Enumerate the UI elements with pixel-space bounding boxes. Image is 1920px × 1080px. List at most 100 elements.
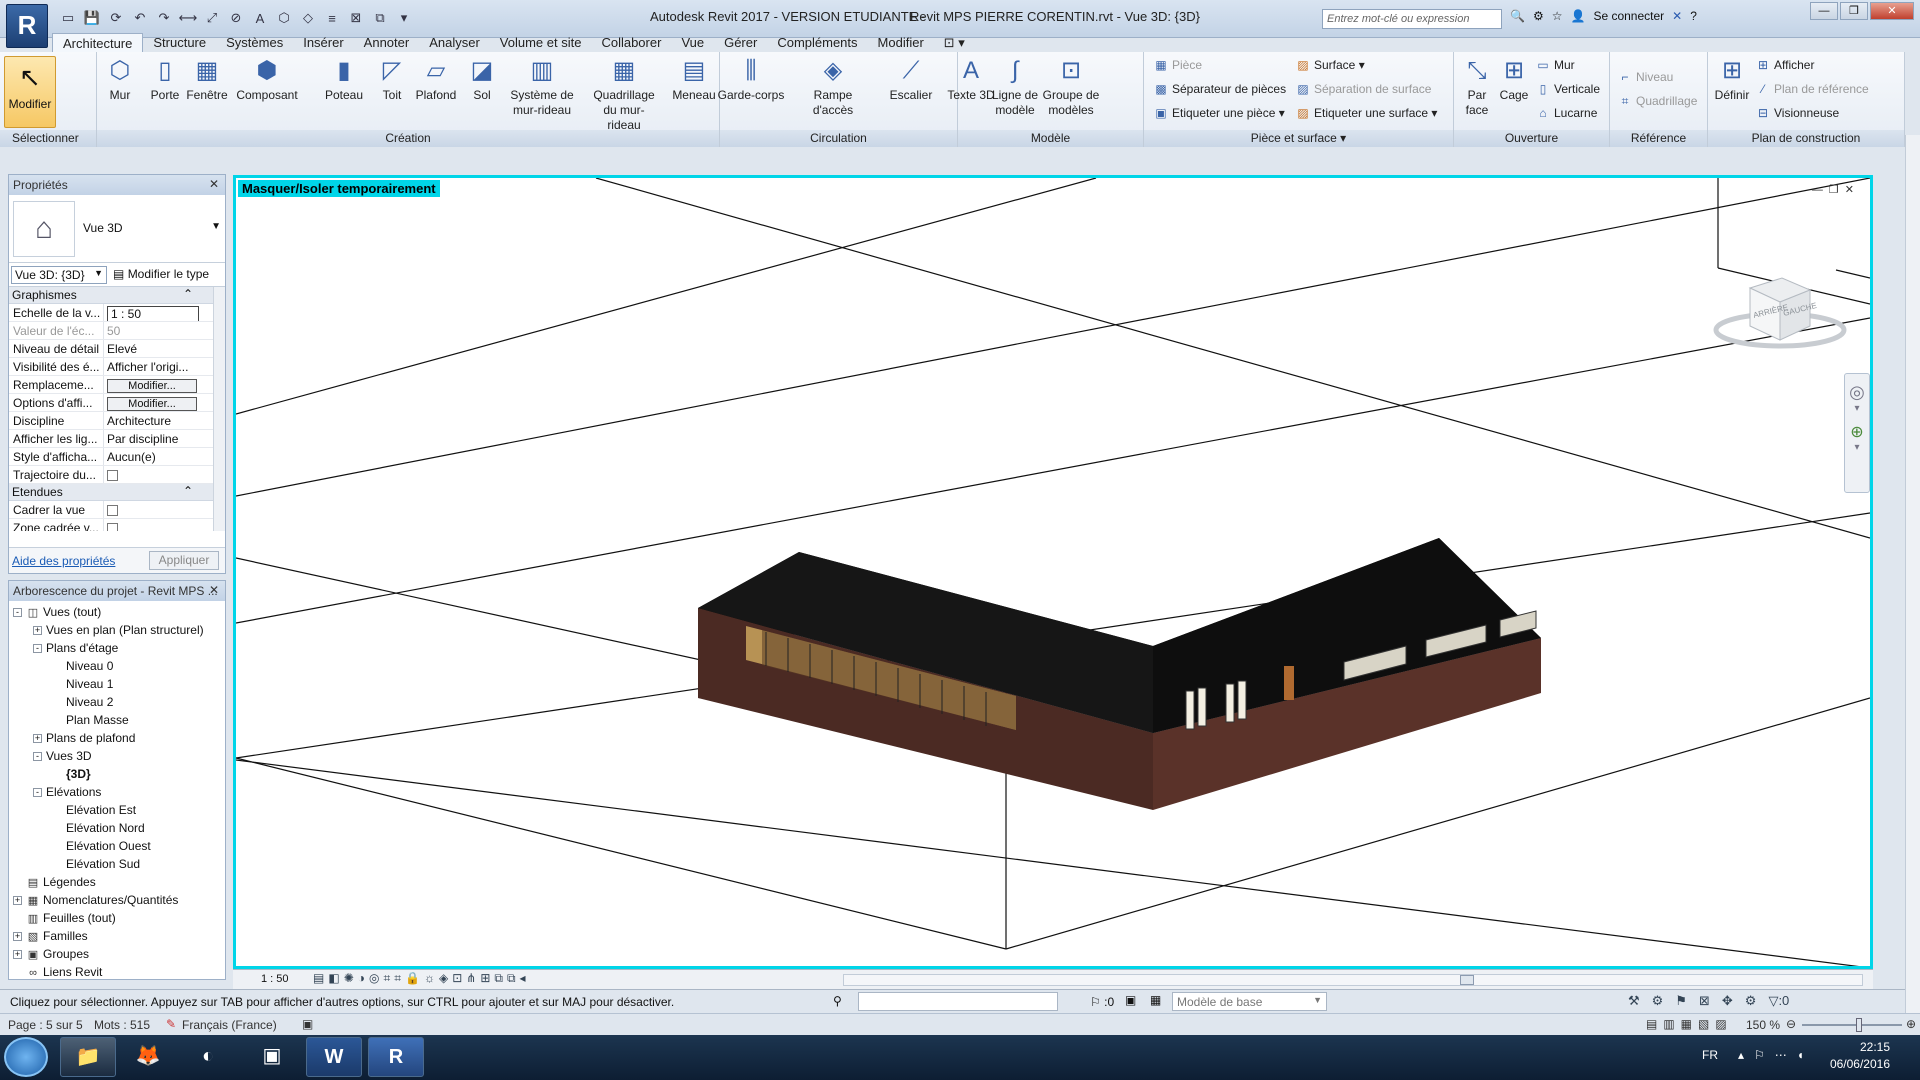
browser-node[interactable]: Elévation Est <box>9 801 225 819</box>
background-process-icon[interactable]: ⚙ <box>1745 993 1757 1009</box>
explorer-icon[interactable]: 📁 <box>60 1037 116 1077</box>
app-launcher-icon[interactable]: ◐ <box>180 1037 236 1077</box>
measure-icon[interactable]: ⟷ <box>178 9 198 27</box>
tag-area-tool[interactable]: ▨ Etiqueter une surface ▾ <box>1296 106 1437 120</box>
save-icon[interactable]: 💾 <box>82 9 102 27</box>
crop-view-icon[interactable]: ⌗ <box>383 971 390 986</box>
exchange-icon[interactable]: ✕ <box>1672 9 1682 23</box>
hide-isolate-icon[interactable]: ☼ <box>424 971 435 986</box>
drag-elements-icon[interactable]: ✥ <box>1722 993 1733 1009</box>
browser-node[interactable]: - Plans d'étage <box>9 639 225 657</box>
language-indicator[interactable]: Français (France) <box>182 1018 277 1032</box>
tab-3[interactable]: Insérer <box>293 33 353 53</box>
minimize-button[interactable]: — <box>1810 2 1838 20</box>
select-panel-label[interactable]: Sélectionner <box>0 130 96 147</box>
scroll-thumb[interactable] <box>1460 975 1474 985</box>
grid-tool[interactable]: ⌗ Quadrillage <box>1618 94 1698 108</box>
close-icon[interactable]: ✕ <box>209 177 219 191</box>
tab-6[interactable]: Volume et site <box>490 33 592 53</box>
shadows-icon[interactable]: ◑ <box>358 971 365 986</box>
analytical-icon[interactable]: ⋔ <box>466 971 476 986</box>
highlight-displacement-icon[interactable]: ⊞ <box>480 971 490 986</box>
select-underlay-icon[interactable]: ⚙ <box>1652 993 1664 1009</box>
dimension-icon[interactable]: ⤢ <box>202 9 222 27</box>
section-icon[interactable]: ◇ <box>298 9 318 27</box>
browser-node[interactable]: Niveau 2 <box>9 693 225 711</box>
tab-11[interactable]: Modifier <box>868 33 934 53</box>
browser-node[interactable]: ▤ Légendes <box>9 873 225 891</box>
browser-node[interactable]: ∞ Liens Revit <box>9 963 225 979</box>
document-vertical-scrollbar[interactable] <box>1905 135 1920 1013</box>
creation-button-3[interactable]: ⬢ Composant <box>232 56 302 103</box>
viewer-tool[interactable]: ⊟ Visionneuse <box>1756 106 1839 120</box>
property-edit-button[interactable]: Modifier... <box>107 397 197 411</box>
property-value[interactable]: Par discipline <box>104 430 204 447</box>
ribbon-minimize-icon[interactable]: ⊡ ▾ <box>934 33 975 53</box>
thin-lines-icon[interactable]: ≡ <box>322 9 342 27</box>
undo-icon[interactable]: ↶ <box>130 9 150 27</box>
zoom-slider-thumb[interactable] <box>1856 1018 1862 1032</box>
tag-room-tool[interactable]: ▣ Etiqueter une pièce ▾ <box>1154 106 1284 120</box>
restore-view-icon[interactable]: ❐ <box>1829 184 1845 196</box>
expand-icon[interactable]: + <box>33 626 42 636</box>
subscription-icon[interactable]: ⚙ <box>1533 9 1544 23</box>
maximize-button[interactable]: ❐ <box>1840 2 1868 20</box>
creation-button-9[interactable]: ▦ Quadrillage du mur-rideau <box>589 56 659 133</box>
property-checkbox[interactable] <box>107 523 118 531</box>
browser-node[interactable]: Elévation Nord <box>9 819 225 837</box>
properties-scrollbar[interactable] <box>213 287 225 531</box>
browser-node[interactable]: + ▧ Familles <box>9 927 225 945</box>
help-icon[interactable]: ? <box>1690 9 1697 23</box>
property-checkbox[interactable] <box>107 470 118 482</box>
zoom-slider[interactable] <box>1802 1018 1902 1032</box>
level-tool[interactable]: ⌐ Niveau <box>1618 70 1673 84</box>
area-tool[interactable]: ▨ Surface ▾ <box>1296 58 1364 72</box>
select-links-icon[interactable]: ⚒ <box>1628 993 1640 1009</box>
visual-style-icon[interactable]: ◧ <box>328 971 339 986</box>
property-value[interactable]: Elevé <box>104 340 204 357</box>
3d-view-icon[interactable]: ⬡ <box>274 9 294 27</box>
presentation-app-icon[interactable]: ▣ <box>244 1037 300 1077</box>
wall-opening-tool[interactable]: ▭ Mur <box>1536 58 1574 72</box>
open-icon[interactable]: ▭ <box>58 9 78 27</box>
tab-1[interactable]: Structure <box>143 33 216 53</box>
worksets-icon[interactable]: ⊡ <box>452 971 462 986</box>
word-count[interactable]: Mots : 515 <box>94 1018 150 1032</box>
collapse-icon[interactable]: - <box>33 788 42 798</box>
collapse-icon[interactable]: - <box>33 644 42 654</box>
revit-app-menu-button[interactable]: R <box>6 4 48 48</box>
expand-icon[interactable]: + <box>13 950 22 960</box>
input-language[interactable]: FR <box>1702 1048 1718 1062</box>
property-value[interactable]: Modifier... <box>104 394 204 411</box>
view-layout-icons[interactable]: ▤▥▦▧▨ <box>1646 1017 1733 1031</box>
view-scale[interactable]: 1 : 50 <box>261 973 289 985</box>
browser-node[interactable]: Niveau 0 <box>9 657 225 675</box>
scroll-left-icon[interactable]: ◂ <box>520 971 526 986</box>
edit-type-button[interactable]: ▤ Modifier le type <box>113 267 209 281</box>
browser-node[interactable]: Niveau 1 <box>9 675 225 693</box>
clock[interactable]: 22:15 06/06/2016 <box>1830 1039 1890 1073</box>
tab-8[interactable]: Vue <box>671 33 714 53</box>
browser-node[interactable]: - Vues 3D <box>9 747 225 765</box>
infocenter-search-input[interactable]: Entrez mot-clé ou expression <box>1322 9 1502 29</box>
browser-node[interactable]: + Vues en plan (Plan structurel) <box>9 621 225 639</box>
building-model[interactable] <box>698 538 1541 810</box>
customize-qat-icon[interactable]: ▾ <box>394 9 414 27</box>
redo-icon[interactable]: ↷ <box>154 9 174 27</box>
property-group[interactable]: Etendues ⌃ <box>9 484 215 501</box>
expand-icon[interactable]: + <box>13 896 22 906</box>
apply-button[interactable]: Appliquer <box>149 551 219 570</box>
browser-node[interactable]: + Plans de plafond <box>9 729 225 747</box>
type-selector[interactable]: ⌂ Vue 3D ▼ <box>9 195 225 263</box>
property-value[interactable]: Architecture <box>104 412 204 429</box>
binoculars-icon[interactable]: 🔍 <box>1510 9 1525 23</box>
browser-node[interactable]: Elévation Sud <box>9 855 225 873</box>
main-model-combo[interactable]: Modèle de base ▼ <box>1172 992 1327 1011</box>
circulation-button-1[interactable]: ◈ Rampe d'accès <box>798 56 868 118</box>
tab-10[interactable]: Compléments <box>767 33 867 53</box>
tab-5[interactable]: Analyser <box>419 33 490 53</box>
design-options-icon[interactable]: ▣ <box>1125 993 1136 1007</box>
property-value[interactable]: 50 <box>104 322 204 339</box>
tag-icon[interactable]: ⊘ <box>226 9 246 27</box>
sign-in-link[interactable]: Se connecter <box>1593 9 1664 23</box>
